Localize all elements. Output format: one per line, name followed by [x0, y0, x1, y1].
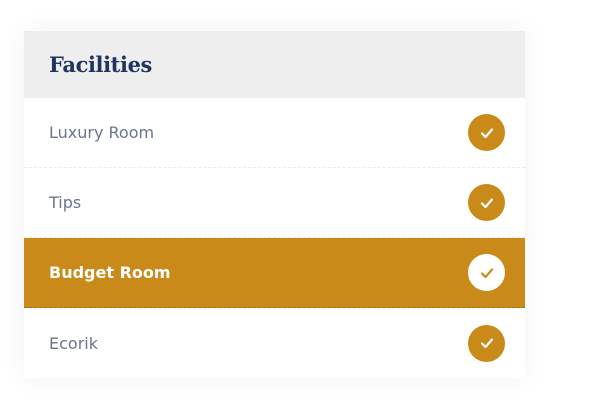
facilities-widget: Facilities Luxury Room Tips Budget Room [24, 31, 525, 378]
facility-item-luxury-room[interactable]: Luxury Room [24, 98, 525, 168]
page: Facilities Luxury Room Tips Budget Room [0, 0, 589, 412]
facility-label: Ecorik [49, 333, 98, 353]
facility-label: Budget Room [49, 263, 171, 282]
check-icon [468, 254, 505, 291]
facility-label: Tips [49, 193, 82, 212]
facility-list: Luxury Room Tips Budget Room Ecorik [24, 98, 525, 378]
facility-item-budget-room[interactable]: Budget Room [24, 238, 525, 308]
check-icon [468, 114, 505, 151]
facility-item-tips[interactable]: Tips [24, 168, 525, 238]
facility-item-ecorik[interactable]: Ecorik [24, 308, 525, 378]
widget-header: Facilities [24, 31, 525, 98]
widget-title: Facilities [49, 52, 152, 77]
check-icon [468, 324, 505, 362]
facility-label: Luxury Room [49, 123, 155, 142]
check-icon [468, 184, 505, 221]
